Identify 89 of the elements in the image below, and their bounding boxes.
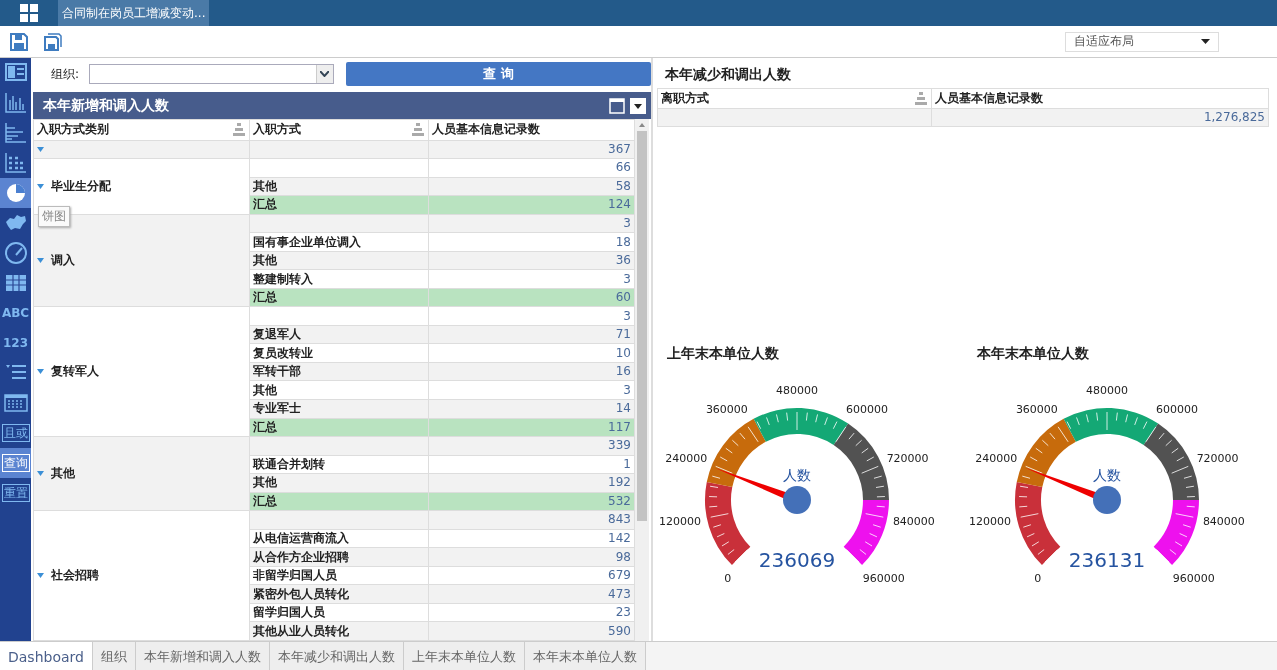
pie-chart-icon[interactable] — [0, 178, 31, 208]
table-cell: 3 — [428, 381, 635, 400]
chart-title: 上年末本单位人数 — [666, 345, 780, 363]
table-cell: 679 — [428, 566, 635, 585]
table-cell: 3 — [428, 269, 635, 289]
gauge-tick-label: 120000 — [969, 515, 1012, 529]
organization-select[interactable] — [89, 64, 334, 84]
category-label: 复转军人 — [51, 364, 100, 379]
column-header[interactable]: 入职方式类别 — [33, 119, 250, 141]
apps-grid-icon[interactable] — [20, 4, 38, 22]
gauge-tick-label: 0 — [724, 571, 732, 583]
gauge-tick-label: 360000 — [1015, 402, 1058, 416]
gauge-tick-label: 600000 — [846, 402, 889, 416]
gauge-value: 236131 — [1068, 548, 1146, 572]
gauge-label: 人数 — [1093, 467, 1121, 483]
sidebar-item[interactable]: 123 — [0, 328, 31, 358]
table-cell: 留学归国人员 — [249, 603, 429, 622]
caret-icon — [1201, 39, 1210, 44]
gauge-tick-label: 120000 — [659, 515, 702, 529]
gauge-tick-label: 960000 — [1172, 571, 1215, 583]
category-label: 调入 — [51, 253, 76, 268]
gauge-tick-label: 0 — [1034, 571, 1042, 583]
dropdown-icon[interactable] — [630, 97, 646, 114]
gauge-tick-label: 240000 — [975, 451, 1018, 465]
chart-title: 本年末本单位人数 — [976, 345, 1090, 363]
gauge-tick-label: 480000 — [1086, 384, 1128, 397]
table-cell: 非留学归国人员 — [249, 566, 429, 585]
sidebar-item[interactable]: 查询 — [0, 448, 31, 478]
sheet-tab[interactable]: 本年新增和调入人数 — [135, 642, 270, 670]
category-label: 其他 — [51, 466, 76, 481]
gauge-tick-label: 960000 — [862, 571, 905, 583]
gauge-label: 人数 — [783, 467, 811, 483]
gauge-tick-label: 240000 — [665, 451, 708, 465]
gauge-tick-label: 720000 — [886, 451, 929, 465]
gauge-hub — [783, 486, 811, 514]
column-header[interactable]: 人员基本信息记录数 — [931, 88, 1269, 109]
gauge-tick-label: 720000 — [1196, 451, 1239, 465]
sheet-tab[interactable]: 本年减少和调出人数 — [269, 642, 404, 670]
gauge-value: 236069 — [758, 548, 836, 572]
column-header[interactable]: 入职方式 — [249, 119, 429, 141]
sort-icon[interactable] — [412, 123, 424, 136]
filter-label: 组织: — [51, 65, 80, 83]
collapse-arrow-icon[interactable] — [37, 257, 44, 265]
table-cell: 国有事企业单位调入 — [249, 232, 429, 252]
sort-icon[interactable] — [233, 123, 245, 136]
table-cell: 3 — [428, 306, 635, 326]
gauge-tick-label: 600000 — [1156, 402, 1199, 416]
gauge-tick-label: 360000 — [705, 402, 748, 416]
gauge-tick-label: 840000 — [1202, 515, 1245, 529]
table-cell: 18 — [428, 232, 635, 252]
category-label: 社会招聘 — [51, 568, 100, 583]
sheet-tab[interactable]: 上年末本单位人数 — [403, 642, 525, 670]
sheet-tab[interactable]: Dashboard — [0, 642, 93, 670]
table-cell: 23 — [428, 603, 635, 622]
collapse-arrow-icon[interactable] — [37, 182, 44, 190]
save-icon[interactable] — [10, 32, 28, 51]
sheet-tab[interactable]: 本年末本单位人数 — [524, 642, 646, 670]
maximize-icon[interactable] — [609, 97, 625, 114]
gauge-hub — [1093, 486, 1121, 514]
layout-select[interactable]: 自适应布局 — [1065, 31, 1219, 52]
caret-icon — [320, 71, 330, 77]
table-cell: 1 — [428, 455, 635, 474]
tooltip: 饼图 — [38, 206, 70, 227]
sort-icon[interactable] — [915, 92, 927, 105]
panel-title: 本年减少和调出人数 — [664, 65, 792, 84]
category-label: 毕业生分配 — [51, 178, 112, 193]
collapse-arrow-icon[interactable] — [37, 572, 44, 580]
sheet-tab[interactable]: 组织 — [92, 642, 136, 670]
collapse-arrow-icon[interactable] — [37, 470, 44, 478]
table-cell: 10 — [428, 343, 635, 363]
column-header[interactable]: 人员基本信息记录数 — [428, 119, 635, 141]
gauge-tick-label: 840000 — [892, 515, 935, 529]
sidebar-item[interactable]: ABC — [0, 298, 31, 328]
save-as-icon[interactable] — [44, 32, 62, 51]
gauge-tick-label: 480000 — [776, 384, 818, 397]
table-cell: 142 — [428, 529, 635, 548]
document-tab[interactable]: 合同制在岗员工增减变动... — [58, 0, 210, 26]
query-button[interactable]: 查 询 — [345, 62, 651, 86]
table-cell: 66 — [428, 158, 635, 178]
collapse-arrow-icon[interactable] — [37, 145, 44, 153]
scrollbar[interactable] — [635, 119, 649, 641]
collapse-arrow-icon[interactable] — [37, 368, 44, 376]
column-header[interactable]: 离职方式 — [657, 88, 932, 109]
table-cell: 联通合并划转 — [249, 455, 429, 474]
table-cell: 其他 — [249, 381, 429, 400]
panel-title: 本年新增和调入人数 — [43, 96, 170, 115]
table-cell: 复员改转业 — [249, 343, 429, 363]
table-cell: 整建制转入 — [249, 269, 429, 289]
table-cell: 从电信运营商流入 — [249, 529, 429, 548]
